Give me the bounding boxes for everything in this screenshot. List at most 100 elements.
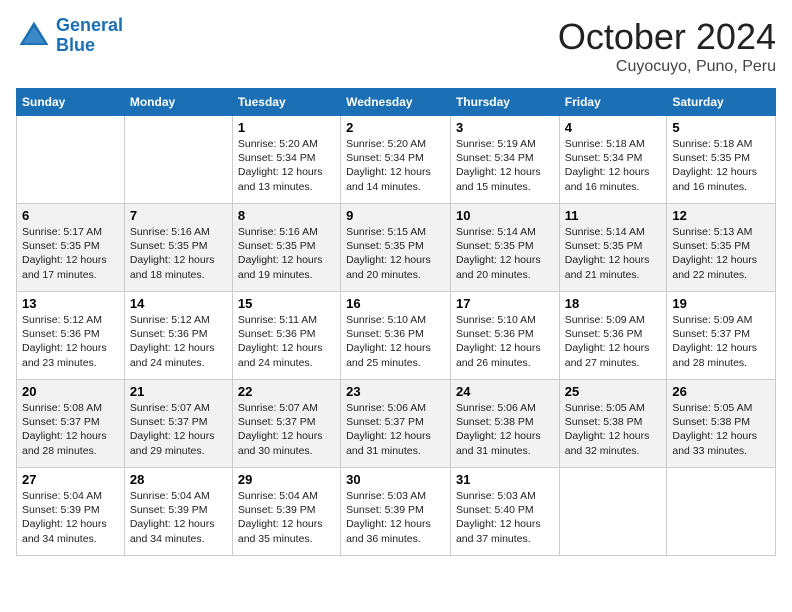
day-info: Sunrise: 5:09 AM Sunset: 5:36 PM Dayligh… [565, 313, 662, 370]
header-day-monday: Monday [124, 89, 232, 116]
calendar-cell: 9Sunrise: 5:15 AM Sunset: 5:35 PM Daylig… [341, 204, 451, 292]
day-number: 10 [456, 208, 554, 223]
day-info: Sunrise: 5:12 AM Sunset: 5:36 PM Dayligh… [22, 313, 119, 370]
day-info: Sunrise: 5:14 AM Sunset: 5:35 PM Dayligh… [456, 225, 554, 282]
calendar-cell: 19 Sunrise: 5:09 AM Sunset: 5:37 PM Dayli… [667, 292, 776, 380]
day-info: Sunrise: 5:13 AM Sunset: 5:35 PM Dayligh… [672, 225, 770, 282]
logo-blue: Blue [56, 36, 123, 56]
title-block: October 2024 Cuyocuyo, Puno, Peru [558, 16, 776, 76]
day-info: Sunrise: 5:14 AM Sunset: 5:35 PM Dayligh… [565, 225, 662, 282]
calendar-cell: 18 Sunrise: 5:09 AM Sunset: 5:36 PM Dayli… [559, 292, 667, 380]
day-info: Sunrise: 5:12 AM Sunset: 5:36 PM Dayligh… [130, 313, 227, 370]
calendar-cell: 25 Sunrise: 5:05 AM Sunset: 5:38 PM Dayli… [559, 380, 667, 468]
calendar-cell: 2 Sunrise: 5:20 AM Sunset: 5:34 PM Daylig… [341, 116, 451, 204]
calendar-cell: 17Sunrise: 5:10 AM Sunset: 5:36 PM Dayli… [450, 292, 559, 380]
day-info: Sunrise: 5:04 AM Sunset: 5:39 PM Dayligh… [22, 489, 119, 546]
day-number: 16 [346, 296, 445, 311]
calendar-cell: 3Sunrise: 5:19 AM Sunset: 5:34 PM Daylig… [450, 116, 559, 204]
calendar-cell: 30 Sunrise: 5:03 AM Sunset: 5:39 PM Dayli… [341, 468, 451, 556]
month-title: October 2024 [558, 16, 776, 58]
day-info: Sunrise: 5:05 AM Sunset: 5:38 PM Dayligh… [565, 401, 662, 458]
week-row-1: 1 Sunrise: 5:20 AM Sunset: 5:34 PM Daylig… [17, 116, 776, 204]
day-info: Sunrise: 5:07 AM Sunset: 5:37 PM Dayligh… [130, 401, 227, 458]
day-info: Sunrise: 5:09 AM Sunset: 5:37 PM Dayligh… [672, 313, 770, 370]
day-number: 29 [238, 472, 335, 487]
header-day-wednesday: Wednesday [341, 89, 451, 116]
calendar-cell: 8 Sunrise: 5:16 AM Sunset: 5:35 PM Daylig… [232, 204, 340, 292]
calendar-cell: 22 Sunrise: 5:07 AM Sunset: 5:37 PM Dayli… [232, 380, 340, 468]
calendar-cell: 10 Sunrise: 5:14 AM Sunset: 5:35 PM Dayli… [450, 204, 559, 292]
day-number: 31 [456, 472, 554, 487]
calendar-cell: 15 Sunrise: 5:11 AM Sunset: 5:36 PM Dayli… [232, 292, 340, 380]
day-number: 7 [130, 208, 227, 223]
day-number: 27 [22, 472, 119, 487]
day-info: Sunrise: 5:03 AM Sunset: 5:40 PM Dayligh… [456, 489, 554, 546]
calendar-header: SundayMondayTuesdayWednesdayThursdayFrid… [17, 89, 776, 116]
day-info: Sunrise: 5:08 AM Sunset: 5:37 PM Dayligh… [22, 401, 119, 458]
calendar-cell [667, 468, 776, 556]
calendar-cell: 20 Sunrise: 5:08 AM Sunset: 5:37 PM Dayli… [17, 380, 125, 468]
header-day-friday: Friday [559, 89, 667, 116]
day-info: Sunrise: 5:20 AM Sunset: 5:34 PM Dayligh… [238, 137, 335, 194]
day-number: 28 [130, 472, 227, 487]
calendar-cell: 6 Sunrise: 5:17 AM Sunset: 5:35 PM Daylig… [17, 204, 125, 292]
day-number: 18 [565, 296, 662, 311]
day-info: Sunrise: 5:03 AM Sunset: 5:39 PM Dayligh… [346, 489, 445, 546]
header-row: SundayMondayTuesdayWednesdayThursdayFrid… [17, 89, 776, 116]
day-number: 15 [238, 296, 335, 311]
calendar-cell: 23 Sunrise: 5:06 AM Sunset: 5:37 PM Dayli… [341, 380, 451, 468]
calendar-cell: 14Sunrise: 5:12 AM Sunset: 5:36 PM Dayli… [124, 292, 232, 380]
calendar-cell: 27 Sunrise: 5:04 AM Sunset: 5:39 PM Dayli… [17, 468, 125, 556]
day-number: 25 [565, 384, 662, 399]
day-info: Sunrise: 5:16 AM Sunset: 5:35 PM Dayligh… [238, 225, 335, 282]
day-number: 12 [672, 208, 770, 223]
day-number: 22 [238, 384, 335, 399]
day-number: 11 [565, 208, 662, 223]
day-number: 23 [346, 384, 445, 399]
day-info: Sunrise: 5:15 AM Sunset: 5:35 PM Dayligh… [346, 225, 445, 282]
day-info: Sunrise: 5:06 AM Sunset: 5:37 PM Dayligh… [346, 401, 445, 458]
day-number: 20 [22, 384, 119, 399]
day-info: Sunrise: 5:04 AM Sunset: 5:39 PM Dayligh… [238, 489, 335, 546]
day-info: Sunrise: 5:17 AM Sunset: 5:35 PM Dayligh… [22, 225, 119, 282]
calendar-table: SundayMondayTuesdayWednesdayThursdayFrid… [16, 88, 776, 556]
week-row-3: 13 Sunrise: 5:12 AM Sunset: 5:36 PM Dayli… [17, 292, 776, 380]
day-info: Sunrise: 5:07 AM Sunset: 5:37 PM Dayligh… [238, 401, 335, 458]
calendar-cell: 24Sunrise: 5:06 AM Sunset: 5:38 PM Dayli… [450, 380, 559, 468]
logo: General Blue [16, 16, 123, 56]
calendar-cell: 11 Sunrise: 5:14 AM Sunset: 5:35 PM Dayli… [559, 204, 667, 292]
day-info: Sunrise: 5:10 AM Sunset: 5:36 PM Dayligh… [456, 313, 554, 370]
calendar-cell: 16 Sunrise: 5:10 AM Sunset: 5:36 PM Dayli… [341, 292, 451, 380]
day-info: Sunrise: 5:20 AM Sunset: 5:34 PM Dayligh… [346, 137, 445, 194]
header-day-thursday: Thursday [450, 89, 559, 116]
logo-text: General Blue [56, 16, 123, 56]
day-number: 6 [22, 208, 119, 223]
day-number: 26 [672, 384, 770, 399]
calendar-cell: 12 Sunrise: 5:13 AM Sunset: 5:35 PM Dayli… [667, 204, 776, 292]
day-info: Sunrise: 5:18 AM Sunset: 5:34 PM Dayligh… [565, 137, 662, 194]
day-number: 8 [238, 208, 335, 223]
calendar-cell: 13 Sunrise: 5:12 AM Sunset: 5:36 PM Dayli… [17, 292, 125, 380]
day-number: 3 [456, 120, 554, 135]
calendar-cell: 28Sunrise: 5:04 AM Sunset: 5:39 PM Dayli… [124, 468, 232, 556]
day-number: 30 [346, 472, 445, 487]
day-number: 13 [22, 296, 119, 311]
calendar-cell [17, 116, 125, 204]
day-info: Sunrise: 5:16 AM Sunset: 5:35 PM Dayligh… [130, 225, 227, 282]
day-info: Sunrise: 5:18 AM Sunset: 5:35 PM Dayligh… [672, 137, 770, 194]
day-info: Sunrise: 5:11 AM Sunset: 5:36 PM Dayligh… [238, 313, 335, 370]
calendar-cell: 21 Sunrise: 5:07 AM Sunset: 5:37 PM Dayli… [124, 380, 232, 468]
calendar-cell: 1 Sunrise: 5:20 AM Sunset: 5:34 PM Daylig… [232, 116, 340, 204]
day-number: 1 [238, 120, 335, 135]
header-day-sunday: Sunday [17, 89, 125, 116]
calendar-cell: 26Sunrise: 5:05 AM Sunset: 5:38 PM Dayli… [667, 380, 776, 468]
calendar-cell: 5Sunrise: 5:18 AM Sunset: 5:35 PM Daylig… [667, 116, 776, 204]
week-row-5: 27 Sunrise: 5:04 AM Sunset: 5:39 PM Dayli… [17, 468, 776, 556]
header-day-tuesday: Tuesday [232, 89, 340, 116]
day-number: 4 [565, 120, 662, 135]
day-number: 19 [672, 296, 770, 311]
day-info: Sunrise: 5:10 AM Sunset: 5:36 PM Dayligh… [346, 313, 445, 370]
location-title: Cuyocuyo, Puno, Peru [558, 58, 776, 76]
day-number: 2 [346, 120, 445, 135]
day-number: 21 [130, 384, 227, 399]
